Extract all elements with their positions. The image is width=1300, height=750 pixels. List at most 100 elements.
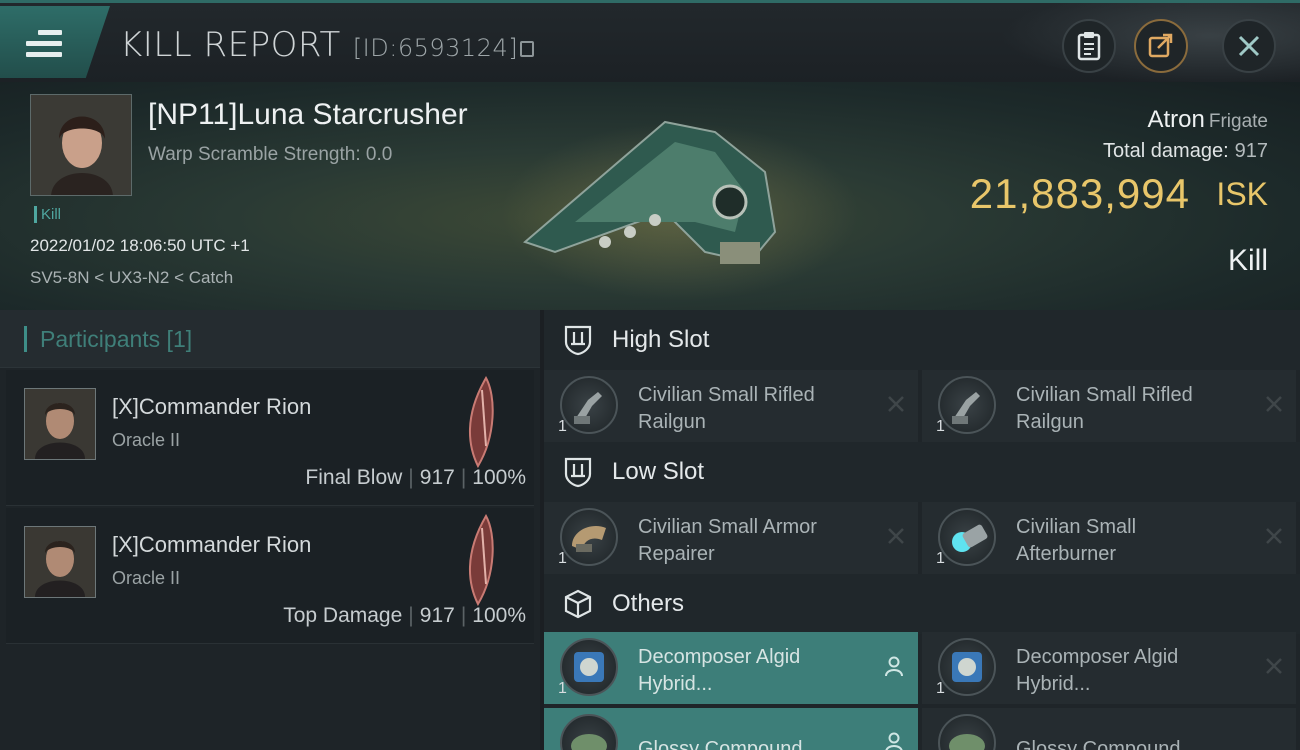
item-quantity: 1 — [558, 418, 567, 435]
item-name: Decomposer Algid Hybrid... — [1016, 644, 1246, 698]
kill-tag: Kill — [34, 206, 61, 223]
ship-name: Atron — [1147, 106, 1205, 133]
fitting-item[interactable]: 1 Civilian Small Armor Repairer — [544, 502, 918, 574]
cargo-box-icon — [564, 589, 592, 619]
participant-ship-icon — [469, 514, 494, 606]
total-damage: Total damage: 917 — [1103, 140, 1268, 163]
item-name-line1: Decomposer Algid — [1016, 646, 1179, 668]
top-bar: KILL REPORT [ID:6593124] — [0, 0, 1300, 85]
clipboard-icon — [1077, 32, 1101, 61]
destroyed-x-icon — [888, 396, 904, 412]
participant-ship-icon — [469, 376, 494, 468]
railgun-icon — [938, 376, 996, 434]
participants-panel: Participants [1] [X]Commander Rion Oracl… — [0, 310, 540, 750]
high-slot-label: High Slot — [612, 326, 710, 353]
destroyed-x-icon — [1266, 658, 1282, 674]
ammo-icon — [560, 638, 618, 696]
item-name: Civilian Small Afterburner — [1016, 514, 1246, 568]
participant-stats: Top Damage | 917 | 100% — [283, 604, 526, 627]
victim-ship-image[interactable] — [515, 102, 785, 282]
item-name-line2: Repairer — [638, 543, 715, 565]
ship-type[interactable]: Atron Frigate — [1147, 106, 1268, 134]
fitting-item[interactable]: 1 Civilian Small Afterburner — [922, 502, 1296, 574]
participant-role: Top Damage — [283, 604, 403, 627]
page-title-text: KILL REPORT — [120, 25, 341, 65]
hamburger-menu-icon[interactable] — [26, 30, 62, 58]
participant-row[interactable]: [X]Commander Rion Oracle II Top Damage | 9… — [6, 508, 534, 644]
item-quantity: 1 — [936, 680, 945, 697]
item-name: Decomposer Algid Hybrid... — [638, 644, 868, 698]
participant-avatar — [24, 526, 96, 598]
share-button[interactable] — [1134, 19, 1188, 73]
total-damage-label: Total damage: — [1102, 140, 1229, 162]
participants-header[interactable]: Participants [1] — [0, 310, 540, 368]
others-header: Others — [544, 574, 1300, 634]
participant-ship: Oracle II — [112, 430, 181, 450]
location-route[interactable]: SV5-8N < UX3-N2 < Catch — [30, 268, 233, 288]
item-quantity: 1 — [558, 550, 567, 567]
victim-name[interactable]: [NP11]Luna Starcrusher — [148, 98, 468, 132]
victim-portrait[interactable] — [30, 94, 132, 196]
item-name: Civilian Small Rifled Railgun — [638, 382, 868, 436]
participant-role: Final Blow — [305, 466, 403, 489]
item-name: Glossy Compound — [1016, 736, 1246, 750]
menu-button[interactable] — [0, 6, 110, 78]
ship-class: Frigate — [1208, 111, 1268, 132]
participants-label: Participants [1] — [40, 326, 193, 352]
armor-repairer-icon — [560, 508, 618, 566]
close-button[interactable] — [1222, 19, 1276, 73]
ammo-icon — [938, 638, 996, 696]
destroyed-x-icon — [1266, 528, 1282, 544]
item-name-line2: Railgun — [1016, 411, 1084, 433]
item-name-line2: Railgun — [638, 411, 706, 433]
item-name-line1: Decomposer Algid — [638, 646, 801, 668]
fitting-item[interactable]: 1 Decomposer Algid Hybrid... — [922, 632, 1296, 704]
fitting-item[interactable]: 1 Civilian Small Rifled Railgun — [922, 370, 1296, 442]
others-label: Others — [612, 590, 685, 617]
compound-icon — [938, 714, 996, 750]
total-damage-value: 917 — [1234, 140, 1268, 162]
item-quantity: 1 — [558, 680, 567, 697]
afterburner-icon — [938, 508, 996, 566]
isk-value: 21,883,994 — [969, 170, 1190, 217]
item-quantity: 1 — [936, 418, 945, 435]
participant-stats: Final Blow | 917 | 100% — [305, 466, 526, 489]
participant-row[interactable]: [X]Commander Rion Oracle II Final Blow | 9… — [6, 370, 534, 506]
item-name-line2: Hybrid... — [1016, 673, 1091, 695]
copy-icon[interactable] — [520, 41, 535, 57]
isk-unit: ISK — [1216, 176, 1268, 212]
item-quantity: 1 — [936, 550, 945, 567]
header-accent — [24, 326, 27, 352]
low-slot-header: Low Slot — [544, 442, 1300, 502]
participant-ship: Oracle II — [112, 568, 181, 588]
item-name-line1: Civilian Small Armor — [638, 516, 817, 538]
participant-damage: 917 — [419, 466, 455, 489]
item-name-line1: Glossy Compound — [638, 738, 803, 750]
participant-percent: 100% — [472, 604, 526, 627]
item-name-line2: Afterburner — [1016, 543, 1117, 565]
destroyed-x-icon — [888, 528, 904, 544]
fitting-item[interactable]: 1 Decomposer Algid Hybrid... — [544, 632, 918, 704]
item-name: Civilian Small Rifled Railgun — [1016, 382, 1246, 436]
item-name-line1: Civilian Small Rifled — [1016, 384, 1193, 406]
fitting-panel: High Slot 1 Civilian Small Rifled Railgu… — [544, 310, 1300, 750]
destroyed-x-icon — [1266, 396, 1282, 412]
railgun-icon — [560, 376, 618, 434]
item-name-line1: Civilian Small — [1016, 516, 1137, 538]
item-name-line1: Glossy Compound — [1016, 738, 1181, 750]
item-name: Civilian Small Armor Repairer — [638, 514, 868, 568]
fitting-item[interactable]: Glossy Compound — [922, 708, 1296, 750]
dropped-user-icon — [885, 656, 903, 677]
participant-avatar — [24, 388, 96, 460]
participant-damage: 917 — [419, 604, 455, 627]
close-icon — [1238, 35, 1260, 57]
compound-icon — [560, 714, 618, 750]
kill-result: Kill — [1227, 244, 1268, 277]
low-slot-label: Low Slot — [612, 458, 705, 485]
clipboard-button[interactable] — [1062, 19, 1116, 73]
participant-percent: 100% — [472, 466, 526, 489]
report-id: [ID:6593124] — [352, 34, 519, 62]
fitting-item[interactable]: 1 Civilian Small Rifled Railgun — [544, 370, 918, 442]
fitting-item[interactable]: Glossy Compound — [544, 708, 918, 750]
participant-name: [X]Commander Rion — [112, 532, 312, 557]
